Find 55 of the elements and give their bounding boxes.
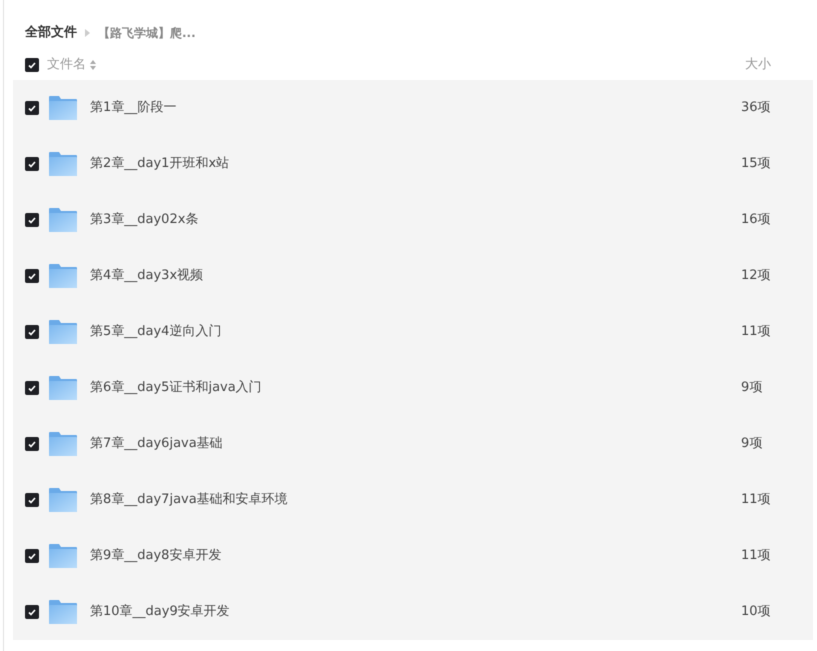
- file-name[interactable]: 第10章__day9安卓开发: [90, 602, 230, 622]
- file-name[interactable]: 第4章__day3x视频: [90, 266, 204, 286]
- file-name[interactable]: 第8章__day7java基础和安卓环境: [90, 490, 288, 510]
- check-icon: [28, 440, 36, 448]
- file-name[interactable]: 第3章__day02x条: [90, 210, 198, 230]
- checkbox[interactable]: [25, 213, 39, 227]
- file-name[interactable]: 第9章__day8安卓开发: [90, 546, 222, 566]
- file-size: 11项: [741, 547, 772, 566]
- checkbox[interactable]: [25, 269, 39, 283]
- folder-icon: [48, 599, 78, 625]
- check-icon: [28, 160, 36, 168]
- check-icon: [28, 62, 36, 68]
- file-size: 10项: [741, 603, 772, 622]
- check-icon: [28, 272, 36, 280]
- folder-icon: [48, 375, 78, 401]
- breadcrumb-item[interactable]: 全部文件: [25, 23, 77, 43]
- file-size: 12项: [741, 267, 772, 286]
- checkbox[interactable]: [25, 325, 39, 339]
- file-name[interactable]: 第7章__day6java基础: [90, 434, 223, 454]
- check-icon: [28, 104, 36, 112]
- folder-icon: [48, 151, 78, 177]
- checkbox[interactable]: [25, 493, 39, 507]
- check-icon: [28, 216, 36, 224]
- checkbox[interactable]: [25, 605, 39, 619]
- breadcrumb-item[interactable]: 【路飞学城】爬...: [98, 24, 196, 42]
- folder-icon: [48, 319, 78, 345]
- checkbox[interactable]: [25, 381, 39, 395]
- checkbox[interactable]: [25, 437, 39, 451]
- folder-icon: [48, 95, 78, 121]
- checkbox[interactable]: [25, 101, 39, 115]
- check-icon: [28, 384, 36, 392]
- file-size: 11项: [741, 491, 772, 510]
- file-size: 11项: [741, 323, 772, 342]
- check-icon: [28, 608, 36, 616]
- file-size: 36项: [741, 99, 772, 118]
- folder-icon: [48, 263, 78, 289]
- file-size: 16项: [741, 211, 772, 230]
- file-size: 15项: [741, 155, 772, 174]
- folder-icon: [48, 431, 78, 457]
- folder-icon: [48, 487, 78, 513]
- file-size: 9项: [741, 435, 764, 454]
- folder-icon: [48, 543, 78, 569]
- file-name[interactable]: 第2章__day1开班和x站: [90, 154, 230, 174]
- folder-icon: [48, 207, 78, 233]
- checkbox[interactable]: [25, 58, 39, 72]
- file-size: 9项: [741, 379, 764, 398]
- file-name[interactable]: 第5章__day4逆向入门: [90, 322, 222, 342]
- checkbox[interactable]: [25, 157, 39, 171]
- check-icon: [28, 552, 36, 560]
- checkbox[interactable]: [25, 549, 39, 563]
- file-name[interactable]: 第6章__day5证书和java入门: [90, 378, 262, 398]
- chevron-icon: [85, 29, 90, 37]
- check-icon: [28, 496, 36, 504]
- file-name[interactable]: 第1章__阶段一: [90, 98, 176, 118]
- check-icon: [28, 328, 36, 336]
